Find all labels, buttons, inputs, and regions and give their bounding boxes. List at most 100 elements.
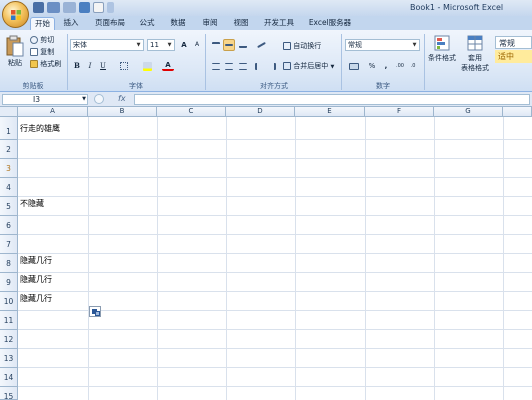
align-right-button[interactable]	[237, 60, 249, 72]
grid-line	[18, 253, 532, 254]
alignment-group-label: 对齐方式	[260, 82, 288, 90]
cut-button[interactable]: 剪切	[30, 35, 54, 45]
row-header-13[interactable]: 13	[0, 349, 18, 368]
tab-home[interactable]: 开始	[30, 17, 55, 30]
conditional-formatting-button[interactable]: 条件格式	[427, 35, 457, 63]
column-header-e[interactable]: E	[295, 107, 365, 117]
conditional-format-icon	[434, 35, 450, 51]
tab-formulas[interactable]: 公式	[136, 17, 158, 30]
underline-button[interactable]: U	[97, 60, 109, 72]
table-format-icon	[467, 35, 483, 51]
row-header-2[interactable]: 2	[0, 140, 18, 159]
comma-button[interactable]: ,	[380, 60, 392, 72]
align-center-icon	[225, 62, 233, 70]
undo-icon[interactable]	[47, 2, 60, 13]
group-separator	[205, 34, 206, 90]
column-header-f[interactable]: F	[365, 107, 434, 117]
font-name-select[interactable]: 宋体 ▼	[70, 39, 144, 51]
paste-button[interactable]: 粘贴	[4, 35, 26, 77]
orientation-button[interactable]	[253, 39, 269, 51]
row-header-4[interactable]: 4	[0, 178, 18, 197]
clipboard-group-label: 剪贴板	[22, 82, 44, 90]
tab-review[interactable]: 审阅	[199, 17, 221, 30]
increase-decimal-button[interactable]: .00	[394, 60, 406, 72]
row-header-10[interactable]: 10	[0, 292, 18, 311]
row-header-12[interactable]: 12	[0, 330, 18, 349]
row-header-1[interactable]: 1	[0, 117, 18, 140]
percent-button[interactable]: %	[366, 60, 378, 72]
bold-button[interactable]: B	[71, 60, 83, 72]
grid-line	[18, 329, 532, 330]
column-header-a[interactable]: A	[18, 107, 88, 117]
accounting-format-button[interactable]	[346, 60, 362, 72]
align-top-button[interactable]	[210, 39, 222, 51]
align-left-button[interactable]	[210, 60, 222, 72]
decrease-indent-button[interactable]	[253, 60, 265, 72]
formula-bar-expand-icon[interactable]	[94, 94, 104, 104]
tab-page-layout[interactable]: 页面布局	[92, 17, 128, 30]
currency-icon	[349, 62, 359, 70]
cell-a8[interactable]: 隐藏几行	[20, 255, 52, 266]
orientation-icon	[256, 41, 266, 49]
shrink-font-button[interactable]: A	[191, 39, 203, 51]
merge-center-button[interactable]: 合并后居中 ▼	[283, 61, 334, 71]
customize-icon[interactable]	[107, 2, 114, 13]
select-all-button[interactable]	[0, 107, 18, 117]
cell-a10[interactable]: 隐藏几行	[20, 293, 52, 304]
cell-style-neutral[interactable]: 适中	[495, 50, 532, 63]
office-button[interactable]	[2, 1, 29, 28]
row-header-14[interactable]: 14	[0, 368, 18, 387]
row-header-5[interactable]: 5	[0, 197, 18, 216]
wrap-text-button[interactable]: 自动换行	[283, 41, 321, 51]
copy-button[interactable]: 复制	[30, 47, 54, 57]
grow-font-button[interactable]: A	[178, 39, 190, 51]
chevron-down-icon: ▼	[136, 42, 141, 48]
align-bottom-button[interactable]	[237, 39, 249, 51]
name-box[interactable]: I3 ▼	[2, 94, 88, 105]
redo-icon[interactable]	[63, 2, 76, 13]
cell-a5[interactable]: 不隐藏	[20, 198, 44, 209]
row-header-8[interactable]: 8	[0, 254, 18, 273]
row-header-11[interactable]: 11	[0, 311, 18, 330]
title-bar: Book1 - Microsoft Excel	[0, 0, 532, 16]
align-middle-button[interactable]	[223, 39, 235, 51]
font-color-button[interactable]: A	[162, 60, 174, 71]
column-header-h[interactable]	[503, 107, 532, 117]
tab-data[interactable]: 数据	[167, 17, 189, 30]
cell-style-normal[interactable]: 常规	[495, 36, 532, 49]
format-as-table-button[interactable]: 套用 表格格式	[460, 35, 490, 73]
tab-developer[interactable]: 开发工具	[261, 17, 297, 30]
italic-button[interactable]: I	[84, 60, 96, 72]
tab-insert[interactable]: 插入	[60, 17, 82, 30]
row-header-9[interactable]: 9	[0, 273, 18, 292]
align-center-button[interactable]	[223, 60, 235, 72]
tab-view[interactable]: 视图	[230, 17, 252, 30]
grid-line	[157, 117, 158, 400]
new-document-icon[interactable]	[93, 2, 104, 13]
paint-bucket-icon	[142, 61, 152, 71]
font-size-select[interactable]: 11 ▼	[147, 39, 175, 51]
fill-color-button[interactable]	[141, 60, 153, 72]
save-icon[interactable]	[33, 2, 44, 13]
increase-indent-button[interactable]	[266, 60, 278, 72]
insert-function-button[interactable]: fx	[118, 94, 126, 103]
row-header-3[interactable]: 3	[0, 159, 18, 178]
formula-input[interactable]	[134, 94, 530, 105]
column-header-d[interactable]: D	[226, 107, 295, 117]
column-header-g[interactable]: G	[434, 107, 503, 117]
worksheet-grid[interactable]: A B C D E F G 1 2 3 4 5 6 7 8 9 10 11 12…	[0, 107, 532, 400]
number-format-select[interactable]: 常规 ▼	[345, 39, 420, 51]
format-painter-button[interactable]: 格式刷	[30, 59, 61, 69]
decrease-decimal-button[interactable]: .0	[407, 60, 419, 72]
cell-a9[interactable]: 隐藏几行	[20, 274, 52, 285]
row-header-15[interactable]: 15	[0, 387, 18, 400]
print-preview-icon[interactable]	[79, 2, 90, 13]
cell-a1[interactable]: 行走的雄鹰	[20, 123, 60, 134]
row-header-6[interactable]: 6	[0, 216, 18, 235]
column-header-c[interactable]: C	[157, 107, 226, 117]
paste-options-button[interactable]	[89, 306, 101, 317]
borders-button[interactable]	[118, 60, 130, 72]
column-header-b[interactable]: B	[88, 107, 157, 117]
tab-excel-server[interactable]: Excel服务器	[306, 17, 354, 30]
row-header-7[interactable]: 7	[0, 235, 18, 254]
